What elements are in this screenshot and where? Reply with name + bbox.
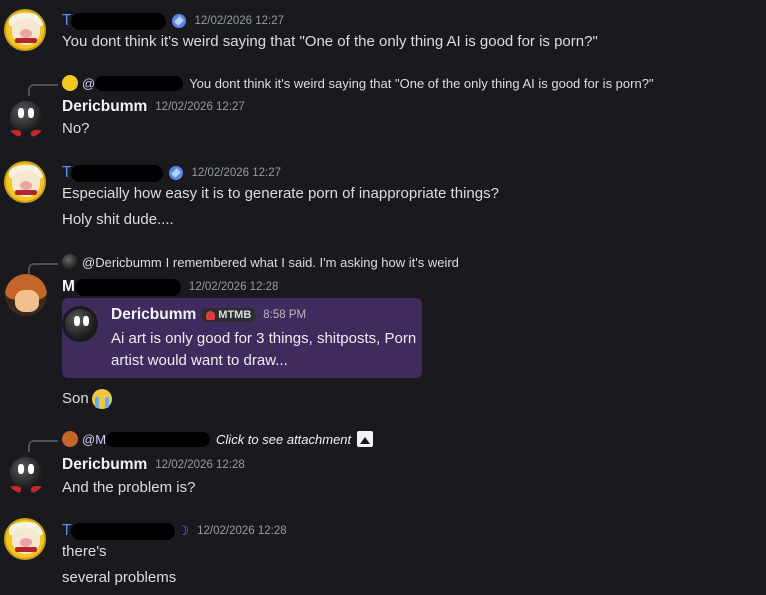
timestamp: 12/02/2026 12:27 [191,167,281,179]
message-text: No? [62,120,90,137]
message-text-content: Son [62,389,89,407]
message-text: And the problem is? [62,479,196,496]
reply-connector [28,263,58,275]
message-text: You dont think it's weird saying that "O… [62,33,598,50]
message-text: there's [62,543,107,560]
message-text: several problems [62,569,177,586]
username[interactable]: Dericbumm [62,98,147,116]
reply-preview[interactable]: @M Click to see attachment [62,431,374,447]
reply-text: I remembered what I said. I'm asking how… [165,254,459,270]
reply-connector [28,84,58,96]
redaction [71,164,164,182]
avatar[interactable] [4,161,46,203]
reply-preview[interactable]: @ You dont think it's weird saying that … [62,75,654,91]
quoted-message-embed[interactable]: Dericbumm MTMB 8:58 PM Ai art is only go… [62,298,422,378]
redaction [71,522,176,540]
reply-text: Click to see attachment [216,431,352,447]
reply-text: You dont think it's weird saying that "O… [189,75,654,91]
reply-mention[interactable]: @Dericbumm [82,255,162,270]
redaction [95,75,184,91]
redaction [74,278,181,296]
loudly-crying-emoji-icon [91,389,112,409]
embed-username[interactable]: Dericbumm [111,306,196,324]
redaction [106,431,211,447]
embed-time: 8:58 PM [263,309,307,321]
reply-mention[interactable]: @M [82,432,106,447]
username[interactable]: M [62,278,75,296]
message-text: Son [62,389,112,409]
username[interactable]: T [62,12,71,30]
server-boost-icon [172,14,187,28]
reply-avatar [62,75,78,91]
reply-avatar [62,431,78,447]
server-tag: MTMB [202,308,256,322]
timestamp: 12/02/2026 12:28 [155,459,245,471]
avatar[interactable] [4,518,46,560]
reply-preview[interactable]: @Dericbumm I remembered what I said. I'm… [62,254,459,270]
timestamp: 12/02/2026 12:28 [188,281,279,293]
username[interactable]: T [62,164,71,182]
embed-avatar [62,306,98,342]
message-text: Holy shit dude.... [62,211,174,228]
reply-avatar [62,254,78,270]
reply-connector [28,440,58,452]
timestamp: 12/02/2026 12:27 [194,15,284,27]
username[interactable]: T [62,522,71,540]
message-text: Especially how easy it is to generate po… [62,185,499,202]
avatar[interactable] [5,452,47,494]
timestamp: 12/02/2026 12:27 [155,101,245,113]
moon-icon: ☽ [177,523,190,538]
reply-mention[interactable]: @ [82,76,95,91]
server-tag-label: MTMB [218,309,252,321]
redaction [71,12,167,30]
avatar[interactable] [4,9,46,51]
server-boost-icon [169,166,184,180]
timestamp: 12/02/2026 12:28 [197,525,287,537]
embed-text: Ai art is only good for 3 things, shitpo… [111,330,417,369]
avatar[interactable] [5,274,47,316]
image-icon [357,431,374,447]
username[interactable]: Dericbumm [62,456,147,474]
avatar[interactable] [5,96,47,138]
mushroom-icon [206,310,216,320]
